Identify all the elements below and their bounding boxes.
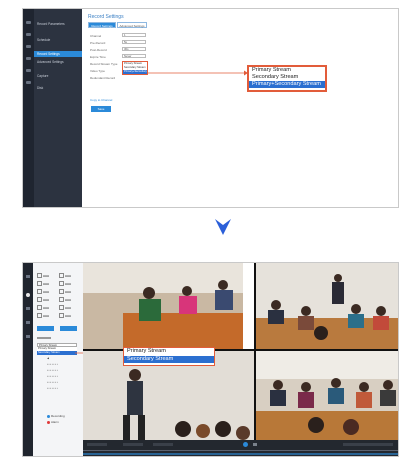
channel-checkbox[interactable]: ▬▬	[37, 289, 49, 294]
channel-checkbox[interactable]: ▬▬	[59, 305, 71, 310]
timeline-track[interactable]	[83, 450, 398, 451]
callout-option-selected: Primary+Secondary Stream	[249, 81, 325, 88]
channel-checkbox[interactable]: ▬▬	[37, 281, 49, 286]
menu-item[interactable]: Schedule	[37, 37, 79, 43]
post-record-select[interactable]: 30s	[122, 47, 146, 51]
legend-alarm: Alarm	[47, 420, 59, 424]
playback-icon[interactable]	[26, 293, 30, 297]
callout-option: Primary Stream	[127, 348, 166, 354]
field-label: Channel	[90, 34, 102, 38]
tab-record-settings[interactable]: Record Settings	[88, 22, 116, 28]
settings-icon[interactable]	[26, 45, 31, 48]
channel-checkbox[interactable]: ▬▬	[59, 289, 71, 294]
play-icon[interactable]	[243, 442, 248, 447]
stream-select-option-selected[interactable]: Secondary Stream	[37, 351, 77, 355]
menu-item[interactable]: Advanced Settings	[37, 59, 79, 65]
channel-checkbox[interactable]: ▬▬	[37, 273, 49, 278]
callout-connector	[148, 70, 248, 76]
callout-option: Secondary Stream	[252, 74, 299, 80]
channel-checkbox[interactable]: ▬▬	[37, 305, 49, 310]
chevron-down-icon	[215, 219, 231, 235]
expire-time-select[interactable]: Never	[122, 54, 146, 58]
callout-option: Primary Stream	[252, 67, 291, 73]
legend-dot-icon	[47, 420, 50, 424]
search-button[interactable]	[37, 326, 54, 331]
speed-controls[interactable]	[343, 443, 393, 446]
callout-option-selected: Secondary Stream	[124, 355, 214, 363]
record-settings-screenshot: Record Parameters Schedule Record Settin…	[22, 8, 399, 208]
timeline-control[interactable]	[87, 443, 107, 446]
save-button[interactable]: Save	[91, 106, 111, 112]
channel-checkbox[interactable]: ▬▬	[59, 273, 71, 278]
logout-icon[interactable]	[26, 81, 31, 84]
timeline-control[interactable]	[153, 443, 173, 446]
legend-recording: Recording	[47, 414, 65, 418]
icon-rail	[23, 263, 33, 456]
playback-screenshot: ▬▬ ▬▬ ▬▬ ▬▬ ▬▬ ▬▬ ▬▬ ▬▬ ▬▬ ▬▬ ▬▬ ▬▬ Prim…	[22, 262, 399, 457]
menu-item-record-settings[interactable]: Record Settings	[34, 51, 82, 57]
channel-checkbox[interactable]: ▬▬	[37, 297, 49, 302]
channel-checkbox[interactable]: ▬▬	[59, 297, 71, 302]
alarm-icon[interactable]	[26, 57, 31, 60]
maintenance-icon[interactable]	[26, 335, 30, 338]
legend-dot-icon	[47, 414, 50, 418]
field-label: Video Type	[90, 69, 105, 73]
timeline-control[interactable]	[123, 443, 143, 446]
menu-item[interactable]: Record Parameters	[37, 21, 79, 27]
pre-record-select[interactable]: 5s	[122, 40, 146, 44]
dropdown-option-selected[interactable]: Primary+Secondary Stream	[123, 70, 147, 74]
channel-checkbox[interactable]: ▬▬	[59, 281, 71, 286]
tab-advanced-settings[interactable]: Advanced Settings	[117, 22, 147, 28]
icon-rail	[23, 9, 34, 207]
camera-tile-1[interactable]	[83, 263, 254, 349]
settings-menu: Record Parameters Schedule Record Settin…	[34, 9, 82, 207]
camera-tile-4[interactable]	[256, 351, 399, 440]
playback-timeline-bar	[83, 440, 398, 456]
menu-item[interactable]: Disk	[37, 85, 79, 91]
stream-type-dropdown[interactable]: Primary Stream Secondary Stream Primary+…	[122, 61, 148, 75]
copy-link[interactable]: Copy to Channel	[90, 98, 112, 102]
live-view-icon[interactable]	[26, 21, 31, 24]
field-label: Post-Record	[90, 48, 107, 52]
live-view-icon[interactable]	[26, 275, 30, 278]
playback-side-panel: ▬▬ ▬▬ ▬▬ ▬▬ ▬▬ ▬▬ ▬▬ ▬▬ ▬▬ ▬▬ ▬▬ ▬▬ Prim…	[33, 263, 85, 456]
stream-options-callout: Primary Stream Secondary Stream Primary+…	[247, 65, 327, 92]
channel-checkbox[interactable]: ▬▬	[59, 313, 71, 318]
field-label: Pre-Record	[90, 41, 106, 45]
field-label: Redundant Record	[90, 76, 116, 80]
pause-icon[interactable]	[253, 443, 257, 446]
clear-button[interactable]	[60, 326, 77, 331]
page-title: Record Settings	[88, 14, 124, 20]
menu-item[interactable]: Capture	[37, 73, 79, 79]
timeline-recording-segment[interactable]	[83, 453, 398, 455]
field-label: Expire Time	[90, 55, 106, 59]
camera-tile-2[interactable]	[256, 263, 399, 349]
stream-label	[37, 337, 51, 339]
alarm-icon[interactable]	[26, 321, 30, 324]
channel-checkbox[interactable]: ▬▬	[37, 313, 49, 318]
stream-options-callout: Primary Stream Secondary Stream	[123, 347, 215, 366]
settings-icon[interactable]	[26, 307, 30, 310]
channel-select[interactable]: 1	[122, 33, 146, 37]
maintenance-icon[interactable]	[26, 69, 31, 72]
settings-content: Record Settings Record Settings Advanced…	[82, 9, 398, 207]
field-label: Record Stream Type	[90, 62, 118, 66]
playback-icon[interactable]	[26, 33, 31, 36]
